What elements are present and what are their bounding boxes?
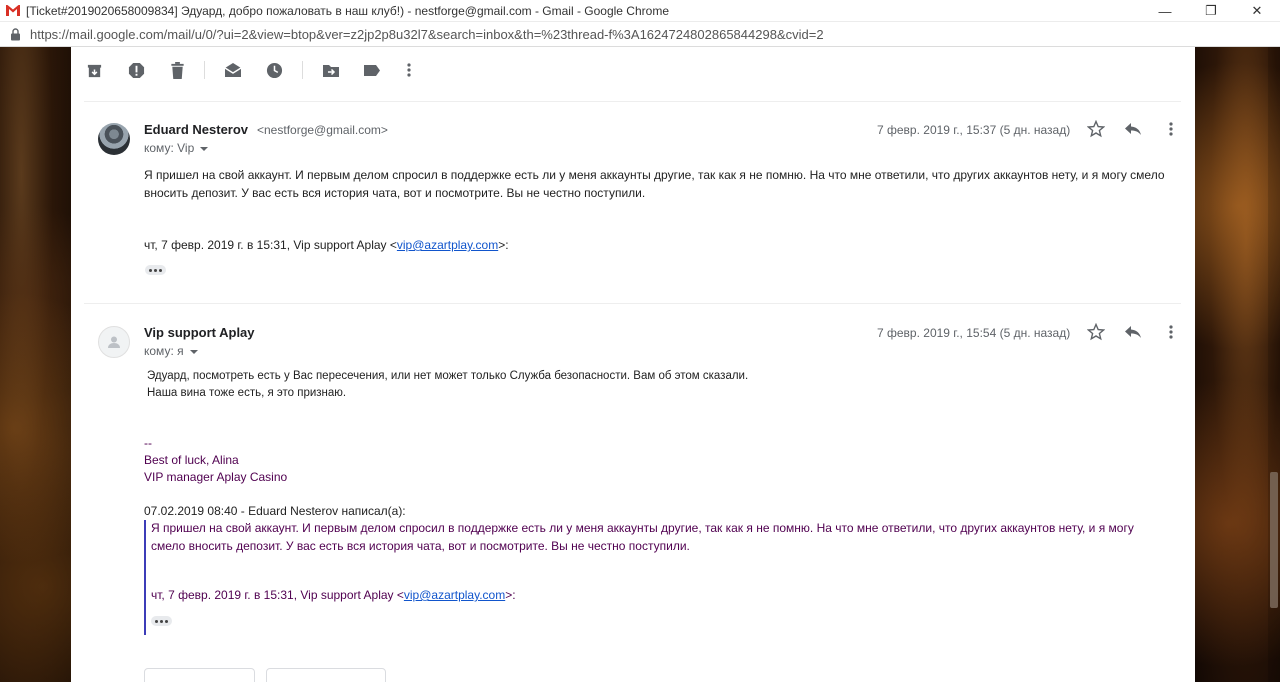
move-to-icon[interactable] [321, 60, 341, 80]
recipient-dropdown[interactable]: кому: Vip [144, 141, 209, 155]
divider [84, 303, 1181, 304]
label-icon[interactable] [362, 60, 382, 80]
window-titlebar: [Ticket#2019020658009834] Эдуард, добро … [0, 0, 1280, 22]
message-date: 7 февр. 2019 г., 15:54 (5 дн. назад) [877, 326, 1071, 340]
wallpaper-left [0, 47, 71, 682]
delete-icon[interactable] [167, 60, 187, 80]
minimize-button[interactable]: — [1142, 0, 1188, 22]
person-icon [108, 336, 120, 348]
scrollbar-thumb[interactable] [1270, 472, 1278, 608]
email-link[interactable]: vip@azartplay.com [404, 588, 505, 602]
signature-dash: -- [144, 436, 152, 450]
email-link[interactable]: vip@azartplay.com [397, 238, 498, 252]
quote-attribution: чт, 7 февр. 2019 г. в 15:31, Vip support… [151, 588, 516, 602]
window-title: [Ticket#2019020658009834] Эдуард, добро … [26, 3, 669, 18]
sender-name: Vip support Aplay [144, 325, 255, 340]
forward-button[interactable] [266, 668, 386, 682]
report-spam-icon[interactable] [126, 60, 146, 80]
signature-line: VIP manager Aplay Casino [144, 470, 288, 484]
show-trimmed-content-button[interactable] [145, 265, 166, 275]
quote-attribution: чт, 7 февр. 2019 г. в 15:31, Vip support… [144, 238, 509, 252]
gmail-message-panel: Eduard Nesterov <nestforge@gmail.com> ко… [71, 47, 1195, 682]
show-trimmed-content-button[interactable] [151, 616, 172, 626]
quote-bar [144, 520, 146, 635]
reply-icon[interactable] [1123, 119, 1143, 139]
divider [84, 101, 1181, 102]
mark-unread-icon[interactable] [223, 60, 243, 80]
maximize-button[interactable]: ❐ [1188, 0, 1234, 22]
archive-icon[interactable] [84, 60, 104, 80]
address-bar[interactable]: https://mail.google.com/mail/u/0/?ui=2&v… [0, 22, 1280, 47]
quote-header: 07.02.2019 08:40 - Eduard Nesterov напис… [144, 504, 406, 518]
url-text[interactable]: https://mail.google.com/mail/u/0/?ui=2&v… [30, 27, 824, 42]
message-body: Я пришел на свой аккаунт. И первым делом… [144, 168, 1165, 200]
avatar[interactable] [98, 123, 130, 155]
quote-suffix: >: [498, 238, 509, 252]
chevron-down-icon [189, 349, 198, 354]
recipient-dropdown[interactable]: кому: я [144, 344, 198, 358]
reply-button[interactable] [144, 668, 255, 682]
gmail-logo-icon [6, 4, 20, 17]
sender-email: <nestforge@gmail.com> [257, 123, 388, 137]
message-date: 7 февр. 2019 г., 15:37 (5 дн. назад) [877, 123, 1071, 137]
chevron-down-icon [200, 146, 209, 151]
message-toolbar [71, 47, 1195, 93]
recipient-label: кому: Vip [144, 141, 195, 155]
more-vert-icon[interactable] [1161, 322, 1181, 342]
more-vert-icon[interactable] [399, 60, 419, 80]
snooze-icon[interactable] [264, 60, 284, 80]
avatar[interactable] [98, 326, 130, 358]
more-vert-icon[interactable] [1161, 119, 1181, 139]
reply-icon[interactable] [1123, 322, 1143, 342]
quoted-message-body: Я пришел на свой аккаунт. И первым делом… [151, 521, 1134, 553]
close-window-button[interactable]: ✕ [1234, 0, 1280, 22]
quote-prefix: чт, 7 февр. 2019 г. в 15:31, Vip support… [151, 588, 404, 602]
sender-name: Eduard Nesterov [144, 122, 249, 137]
message-line: Эдуард, посмотреть есть у Вас пересечени… [147, 370, 749, 382]
star-icon[interactable] [1086, 119, 1106, 139]
quote-prefix: чт, 7 февр. 2019 г. в 15:31, Vip support… [144, 238, 397, 252]
recipient-label: кому: я [144, 344, 184, 358]
message-line: Наша вина тоже есть, я это признаю. [147, 387, 347, 399]
star-icon[interactable] [1086, 322, 1106, 342]
signature-line: Best of luck, Alina [144, 453, 239, 467]
quote-suffix: >: [505, 588, 516, 602]
lock-icon [10, 27, 21, 41]
